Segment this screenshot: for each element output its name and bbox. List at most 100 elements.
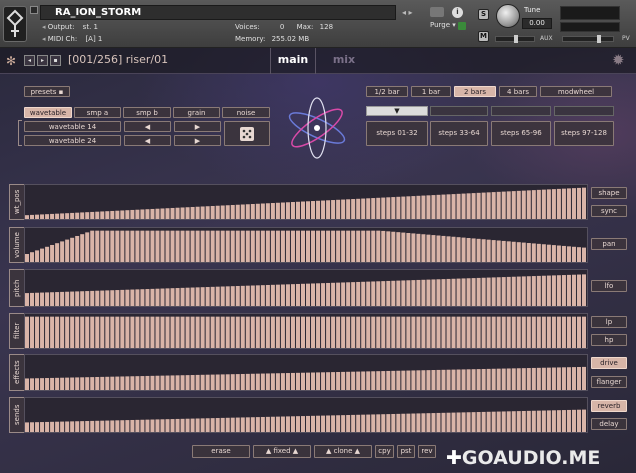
collapse-icon[interactable]	[30, 6, 38, 14]
step-bar[interactable]	[205, 316, 210, 348]
step-bar[interactable]	[55, 421, 60, 432]
step-bar[interactable]	[366, 198, 371, 219]
step-bar[interactable]	[391, 413, 396, 432]
step-bar[interactable]	[326, 230, 331, 262]
step-bar[interactable]	[501, 411, 506, 432]
step-bar[interactable]	[280, 284, 285, 306]
step-bar[interactable]	[35, 422, 40, 432]
step-bar[interactable]	[481, 316, 486, 348]
step-bar[interactable]	[45, 378, 50, 390]
steps-page-4[interactable]: steps 97-128	[554, 121, 614, 146]
step-bar[interactable]	[205, 206, 210, 219]
step-bar[interactable]	[381, 197, 386, 219]
step-bar[interactable]	[396, 370, 401, 390]
step-bar[interactable]	[576, 316, 581, 348]
step-bar[interactable]	[316, 415, 321, 432]
step-bar[interactable]	[426, 413, 431, 432]
step-bar[interactable]	[546, 316, 551, 348]
step-bar[interactable]	[175, 207, 180, 219]
step-bar[interactable]	[556, 275, 561, 306]
step-bar[interactable]	[135, 209, 140, 219]
step-bar[interactable]	[100, 376, 105, 390]
step-bar[interactable]	[300, 201, 305, 219]
step-bar[interactable]	[265, 230, 270, 262]
step-bar[interactable]	[411, 196, 416, 219]
purge-dropdown[interactable]: Purge ▾	[430, 21, 456, 29]
step-bar[interactable]	[531, 367, 536, 390]
step-bar[interactable]	[205, 230, 210, 262]
step-bar[interactable]	[45, 421, 50, 432]
step-bar[interactable]	[316, 372, 321, 390]
step-bar[interactable]	[50, 316, 55, 348]
step-bar[interactable]	[351, 230, 356, 262]
step-bar[interactable]	[160, 316, 165, 348]
step-bar[interactable]	[506, 191, 511, 219]
step-bar[interactable]	[311, 372, 316, 390]
step-bar[interactable]	[70, 421, 75, 432]
step-bar[interactable]	[491, 316, 496, 348]
step-bar[interactable]	[461, 278, 466, 306]
step-bar[interactable]	[255, 203, 260, 219]
prev-next-icons[interactable]: ◂ ▸	[402, 8, 413, 17]
step-bar[interactable]	[285, 316, 290, 348]
step-bar[interactable]	[225, 316, 230, 348]
step-bar[interactable]	[30, 422, 35, 432]
step-bar[interactable]	[536, 367, 541, 390]
step-bar[interactable]	[396, 196, 401, 219]
length-modwheel[interactable]: modwheel	[540, 86, 612, 97]
step-bar[interactable]	[386, 280, 391, 306]
step-bar[interactable]	[220, 286, 225, 306]
step-bar[interactable]	[371, 198, 376, 219]
step-bar[interactable]	[446, 194, 451, 219]
step-bar[interactable]	[175, 230, 180, 262]
folder-icon[interactable]: ▪	[50, 55, 61, 66]
camera-icon[interactable]	[430, 7, 444, 17]
step-bar[interactable]	[135, 289, 140, 306]
step-bar[interactable]	[556, 367, 561, 390]
step-bar[interactable]	[336, 316, 341, 348]
step-bar[interactable]	[290, 316, 295, 348]
step-bar[interactable]	[60, 377, 65, 390]
step-bar[interactable]	[165, 208, 170, 219]
lane-label-filter[interactable]: filter	[9, 313, 25, 349]
step-bar[interactable]	[285, 230, 290, 262]
step-bar[interactable]	[321, 372, 326, 390]
step-bar[interactable]	[235, 204, 240, 219]
step-bar[interactable]	[491, 277, 496, 306]
preset-display[interactable]: [001/256] riser/01	[68, 53, 168, 66]
midi-row[interactable]: ◂ MIDI Ch: [A] 1	[42, 33, 192, 45]
steps-page-3[interactable]: steps 65-96	[491, 121, 551, 146]
drive-button[interactable]: drive	[591, 357, 627, 369]
step-bar[interactable]	[80, 212, 85, 219]
step-bar[interactable]	[185, 375, 190, 390]
step-bar[interactable]	[366, 230, 371, 262]
step-bar[interactable]	[130, 419, 135, 432]
step-bar[interactable]	[571, 274, 576, 306]
step-bar[interactable]	[120, 210, 125, 219]
midi-value[interactable]: [A] 1	[85, 35, 102, 43]
step-bar[interactable]	[326, 316, 331, 348]
step-bar[interactable]	[451, 236, 456, 262]
step-bar[interactable]	[361, 281, 366, 306]
step-bar[interactable]	[381, 281, 386, 306]
step-bar[interactable]	[321, 415, 326, 432]
step-bar[interactable]	[366, 414, 371, 432]
step-bar[interactable]	[401, 316, 406, 348]
step-bar[interactable]	[130, 316, 135, 348]
step-bar[interactable]	[45, 246, 50, 262]
step-bar[interactable]	[40, 422, 45, 432]
step-bar[interactable]	[275, 284, 280, 306]
step-bar[interactable]	[150, 208, 155, 219]
step-bar[interactable]	[175, 288, 180, 306]
step-bar[interactable]	[135, 419, 140, 432]
step-bar[interactable]	[316, 316, 321, 348]
step-bar[interactable]	[441, 316, 446, 348]
step-bar[interactable]	[331, 372, 336, 390]
step-bar[interactable]	[456, 369, 461, 391]
step-bar[interactable]	[145, 230, 150, 262]
step-bar[interactable]	[386, 370, 391, 390]
step-bar[interactable]	[50, 244, 55, 262]
step-bar[interactable]	[511, 316, 516, 348]
step-bar[interactable]	[341, 230, 346, 262]
step-bar[interactable]	[451, 194, 456, 219]
